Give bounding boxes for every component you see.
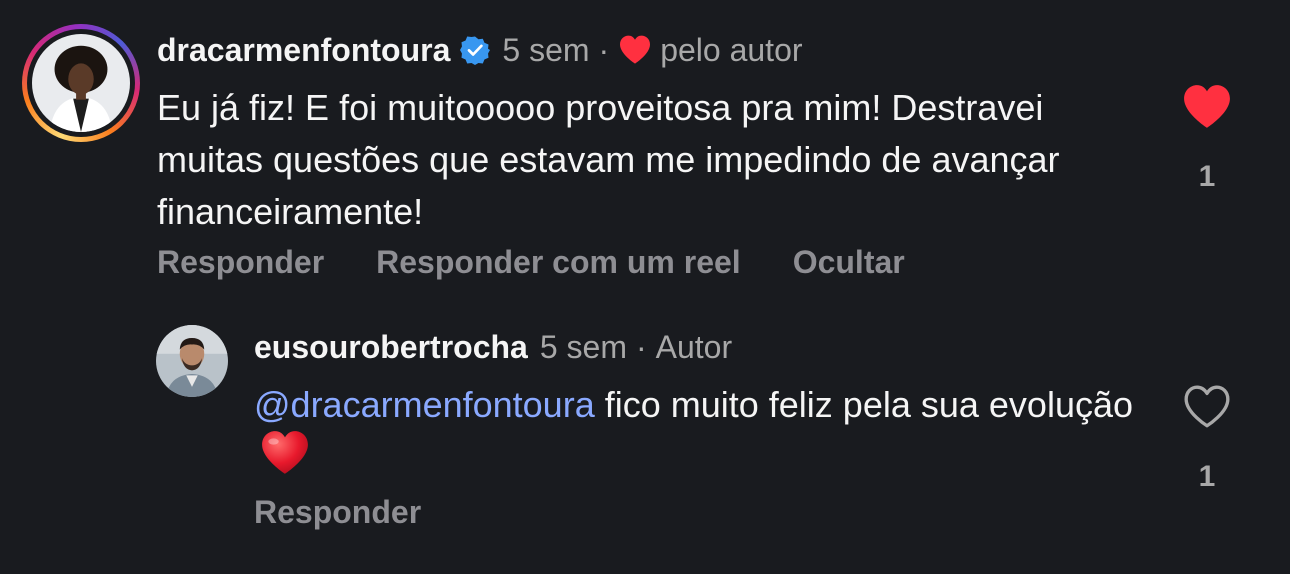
story-ring-avatar[interactable]	[22, 24, 140, 142]
username-link[interactable]: eusourobertrocha	[254, 329, 528, 366]
avatar-dracarmenfontoura	[32, 34, 130, 132]
like-count: 1	[1198, 160, 1216, 193]
separator-dot: ·	[598, 31, 610, 68]
comment-header: dracarmenfontoura 5 sem · pelo autor	[157, 30, 803, 70]
author-label: Autor	[655, 328, 733, 365]
like-column: 1	[1180, 84, 1234, 194]
heart-outline-icon[interactable]	[1182, 384, 1232, 430]
comment-actions: Responder Responder com um reel Ocultar	[157, 244, 905, 281]
separator-dot: ·	[635, 328, 647, 365]
reply-time: 5 sem	[539, 328, 627, 365]
liked-by-author-label: pelo autor	[660, 31, 803, 68]
red-heart-emoji-icon	[260, 430, 310, 476]
heart-filled-icon[interactable]	[1182, 84, 1232, 130]
comment-text: Eu já fiz! E foi muitooooo proveitosa pr…	[157, 87, 1060, 232]
reply-body-text: fico muito feliz pela sua evolução	[594, 384, 1134, 425]
avatar-gap	[27, 29, 135, 137]
avatar-image	[156, 325, 228, 397]
reply-header: eusourobertrocha 5 sem · Autor	[254, 326, 732, 368]
avatar-eusourobertrocha[interactable]	[156, 325, 228, 397]
like-count: 1	[1198, 460, 1216, 493]
verified-badge-icon	[460, 35, 491, 65]
mention-link[interactable]: @dracarmenfontoura	[254, 384, 595, 425]
reply-actions: Responder	[254, 494, 421, 531]
reply-text: @dracarmenfontoura fico muito feliz pela…	[254, 380, 1134, 481]
reply-with-reel-button[interactable]: Responder com um reel	[376, 244, 741, 281]
heart-filled-icon	[618, 35, 652, 65]
hide-button[interactable]: Ocultar	[793, 244, 905, 281]
like-column: 1	[1180, 384, 1234, 494]
comment-time: 5 sem	[502, 31, 590, 68]
reply-button[interactable]: Responder	[157, 244, 324, 281]
reply-button[interactable]: Responder	[254, 494, 421, 530]
username-link[interactable]: dracarmenfontoura	[157, 32, 450, 69]
